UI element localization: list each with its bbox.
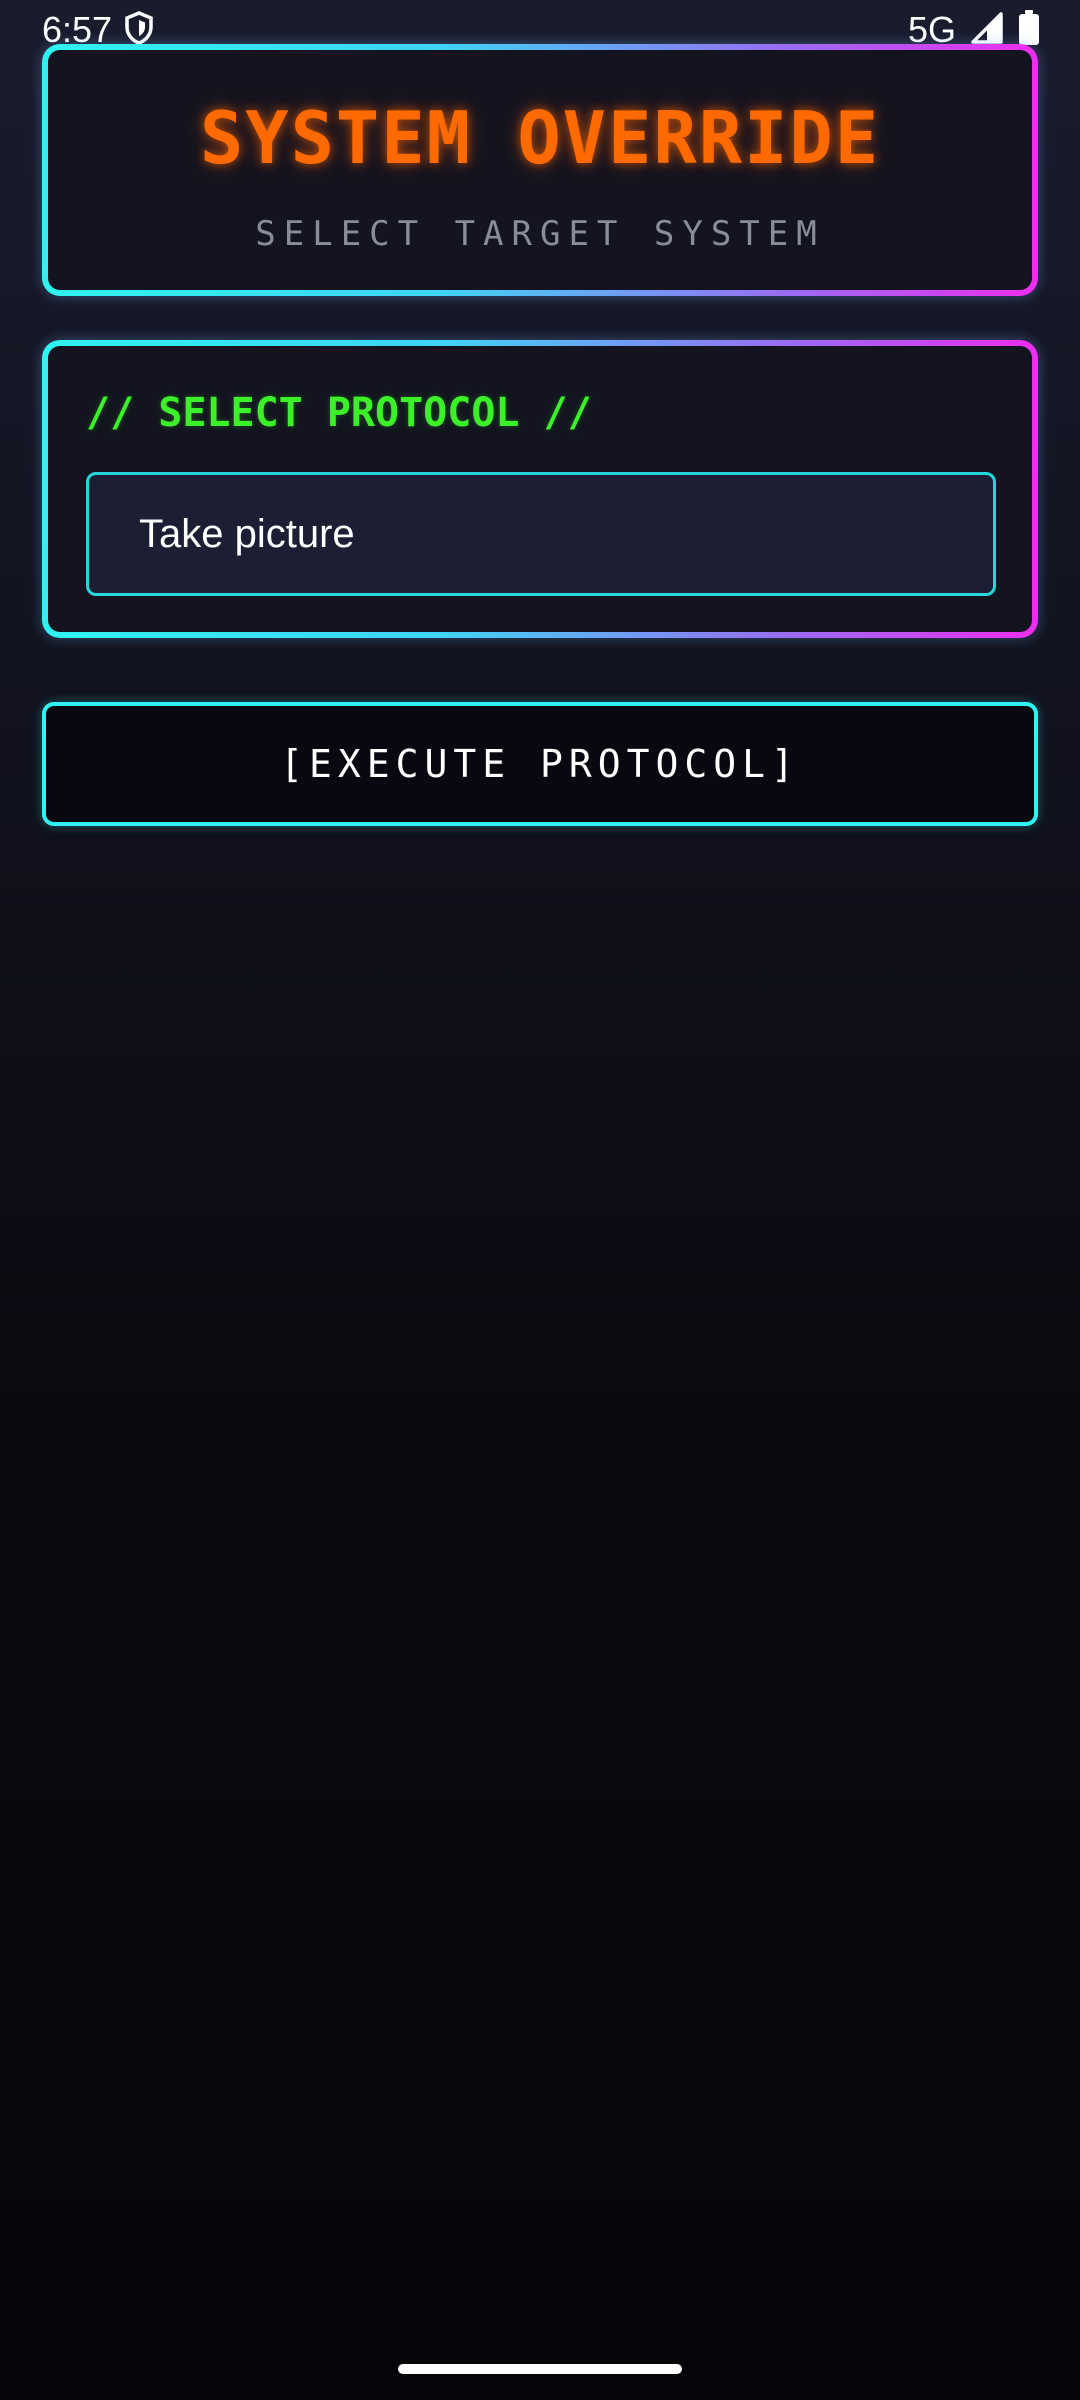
execute-protocol-label: [EXECUTE PROTOCOL]	[280, 742, 800, 786]
header-card: SYSTEM OVERRIDE SELECT TARGET SYSTEM	[42, 44, 1038, 296]
protocol-select-value: Take picture	[139, 511, 355, 556]
gesture-nav-bar[interactable]	[398, 2364, 682, 2374]
page-subtitle: SELECT TARGET SYSTEM	[255, 214, 825, 254]
execute-protocol-button[interactable]: [EXECUTE PROTOCOL]	[42, 702, 1038, 826]
protocol-select[interactable]: Take picture	[86, 472, 996, 596]
page-title: SYSTEM OVERRIDE	[199, 96, 881, 180]
protocol-card: // SELECT PROTOCOL // Take picture	[42, 340, 1038, 638]
protocol-heading: // SELECT PROTOCOL //	[86, 390, 592, 436]
